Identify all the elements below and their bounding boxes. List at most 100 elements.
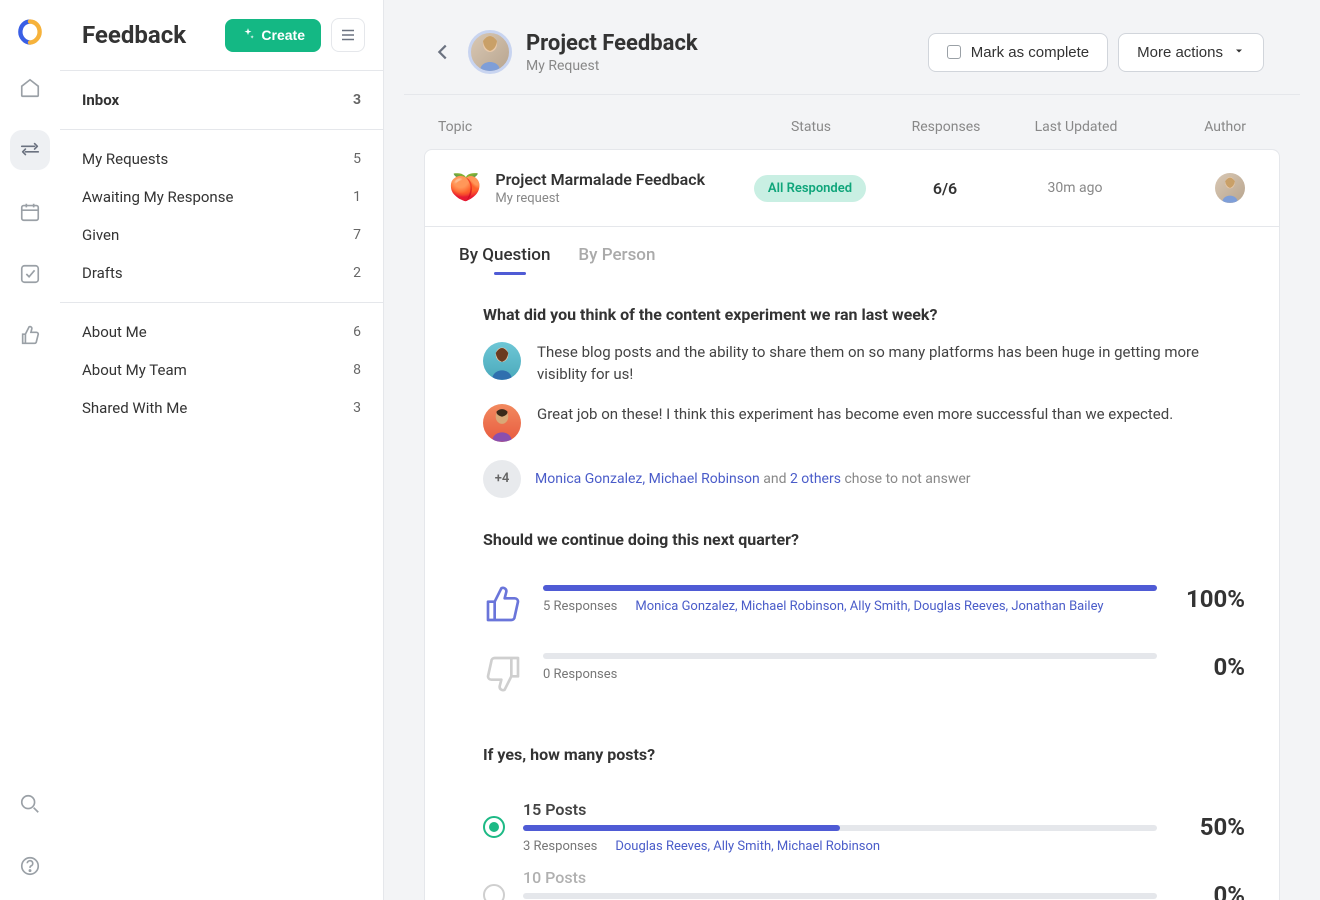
back-arrow-icon[interactable] [432, 41, 454, 63]
calendar-icon[interactable] [10, 192, 50, 232]
sidebar-item-drafts[interactable]: Drafts 2 [60, 254, 383, 292]
others-link[interactable]: 2 others [790, 471, 841, 487]
others-text: Monica Gonzalez, Michael Robinson and 2 … [535, 471, 971, 487]
sidebar-item-count: 6 [353, 324, 361, 340]
main-content: Project Feedback My Request Mark as comp… [384, 0, 1320, 900]
thumbs-up-icon[interactable] [10, 316, 50, 356]
option-label: 10 Posts [523, 868, 1157, 887]
sidebar-item-label: Given [82, 226, 119, 244]
topic-emoji-icon: 🍑 [449, 173, 481, 203]
sidebar-item-given[interactable]: Given 7 [60, 216, 383, 254]
tab-by-person[interactable]: By Person [578, 245, 655, 273]
tab-by-question[interactable]: By Question [459, 245, 550, 273]
non-responders-row: +4 Monica Gonzalez, Michael Robinson and… [483, 460, 1245, 498]
radio-icon[interactable] [483, 884, 505, 900]
vote-percentage: 0% [1175, 653, 1245, 681]
sidebar-item-count: 3 [353, 92, 361, 108]
vote-bar [543, 585, 1157, 591]
th-status: Status [736, 119, 886, 135]
vote-row-no: 0 Responses 0% [483, 653, 1245, 697]
sidebar-item-count: 7 [353, 227, 361, 243]
vote-count: 3 Responses [523, 839, 597, 854]
question-block-2: Should we continue doing this next quart… [425, 498, 1279, 549]
person-link[interactable]: Monica Gonzalez, [535, 471, 645, 487]
th-responses: Responses [886, 119, 1006, 135]
topic-subtitle: My request [495, 191, 705, 206]
menu-toggle-icon[interactable] [331, 18, 365, 52]
vote-count: 0 Responses [543, 667, 617, 682]
others-count-badge: +4 [483, 460, 521, 498]
sidebar-item-my-requests[interactable]: My Requests 5 [60, 140, 383, 178]
sidebar-item-count: 2 [353, 265, 361, 281]
responses-value: 6/6 [885, 179, 1005, 198]
updated-value: 30m ago [1005, 180, 1145, 196]
app-logo [16, 18, 44, 46]
response-text: These blog posts and the ability to shar… [537, 342, 1237, 386]
response-row: These blog posts and the ability to shar… [483, 342, 1245, 386]
th-updated: Last Updated [1006, 119, 1146, 135]
more-actions-label: More actions [1137, 44, 1223, 61]
sidebar-item-label: About My Team [82, 361, 187, 379]
sidebar-section-inbox: Inbox 3 [60, 71, 383, 130]
create-button-label: Create [261, 27, 305, 43]
vote-bar [543, 653, 1157, 659]
question-block-1: What did you think of the content experi… [425, 273, 1279, 498]
mark-complete-label: Mark as complete [971, 44, 1089, 61]
more-actions-button[interactable]: More actions [1118, 33, 1264, 72]
sidebar-item-about-team[interactable]: About My Team 8 [60, 351, 383, 389]
vote-bar [523, 825, 1157, 831]
vote-percentage: 50% [1175, 813, 1245, 841]
question-block-3: If yes, how many posts? [425, 721, 1279, 764]
author-avatar [468, 30, 512, 74]
sidebar-item-about-me[interactable]: About Me 6 [60, 313, 383, 351]
sidebar-item-count: 3 [353, 400, 361, 416]
sidebar-item-label: About Me [82, 323, 147, 341]
page-subtitle: My Request [526, 58, 698, 74]
sidebar-item-shared[interactable]: Shared With Me 3 [60, 389, 383, 427]
feedback-icon[interactable] [10, 130, 50, 170]
voter-links[interactable]: Douglas Reeves, Ally Smith, Michael Robi… [615, 839, 880, 854]
sidebar-item-inbox[interactable]: Inbox 3 [60, 81, 383, 119]
thumbs-down-icon [483, 653, 525, 697]
icon-rail [0, 0, 60, 900]
sidebar-item-count: 5 [353, 151, 361, 167]
vote-count: 5 Responses [543, 599, 617, 614]
respondent-avatar [483, 404, 521, 442]
question-title: If yes, how many posts? [483, 745, 1245, 764]
person-link[interactable]: Michael Robinson [649, 471, 760, 487]
radio-selected-icon[interactable] [483, 816, 505, 838]
chevron-down-icon [1233, 44, 1245, 61]
tabs: By Question By Person [425, 227, 1279, 273]
vote-bar [523, 893, 1157, 899]
checkbox-icon[interactable] [10, 254, 50, 294]
search-icon[interactable] [10, 784, 50, 824]
option-row-15: 15 Posts 3 Responses Douglas Reeves, All… [483, 800, 1245, 854]
option-label: 15 Posts [523, 800, 1157, 819]
help-icon[interactable] [10, 846, 50, 886]
sidebar-item-label: Awaiting My Response [82, 188, 233, 206]
sidebar-title: Feedback [82, 21, 186, 49]
sidebar: Feedback Create Inbox 3 My Requests 5 Aw… [60, 0, 384, 900]
feedback-summary-row: 🍑 Project Marmalade Feedback My request … [425, 150, 1279, 227]
sidebar-section-mine: My Requests 5 Awaiting My Response 1 Giv… [60, 130, 383, 303]
sidebar-item-awaiting[interactable]: Awaiting My Response 1 [60, 178, 383, 216]
home-icon[interactable] [10, 68, 50, 108]
vote-percentage: 100% [1175, 585, 1245, 613]
create-button[interactable]: Create [225, 19, 321, 52]
sidebar-section-about: About Me 6 About My Team 8 Shared With M… [60, 303, 383, 437]
sidebar-item-label: Inbox [82, 91, 119, 109]
sparkle-icon [241, 27, 255, 44]
mark-complete-button[interactable]: Mark as complete [928, 33, 1108, 72]
question-title: Should we continue doing this next quart… [483, 530, 1245, 549]
voter-links[interactable]: Monica Gonzalez, Michael Robinson, Ally … [635, 599, 1103, 614]
th-topic: Topic [438, 119, 736, 135]
vote-percentage: 0% [1175, 881, 1245, 900]
topic-title: Project Marmalade Feedback [495, 170, 705, 189]
response-text: Great job on these! I think this experim… [537, 404, 1173, 442]
sidebar-item-label: My Requests [82, 150, 168, 168]
sidebar-item-label: Drafts [82, 264, 123, 282]
th-author: Author [1146, 119, 1246, 135]
sidebar-item-count: 8 [353, 362, 361, 378]
feedback-card: 🍑 Project Marmalade Feedback My request … [424, 149, 1280, 900]
sidebar-item-count: 1 [353, 189, 361, 205]
